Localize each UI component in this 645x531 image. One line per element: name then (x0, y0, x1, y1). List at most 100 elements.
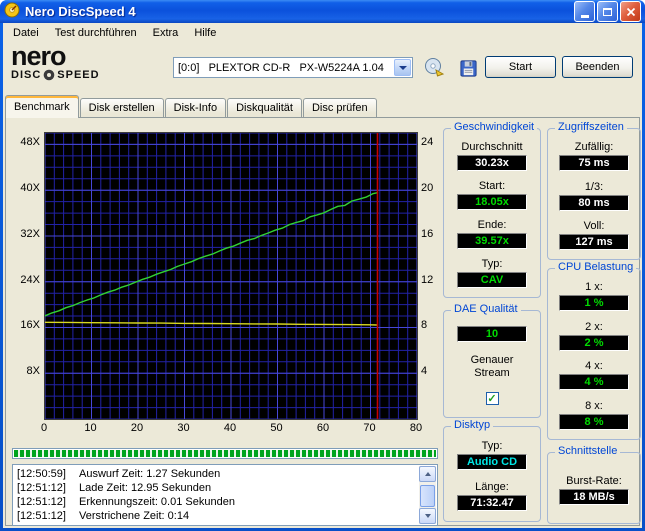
panel-disktyp: Disktyp Typ: Audio CD Länge: 71:32.47 (443, 419, 541, 522)
window-body: Datei Test durchführen Extra Hilfe nero … (3, 23, 642, 528)
accurate-stream-checkbox[interactable]: ✓ (485, 392, 499, 405)
drive-select-dropdown-button[interactable] (394, 59, 411, 76)
nero-wordmark: nero (11, 41, 67, 71)
scroll-down-button[interactable] (419, 508, 436, 524)
chevron-down-icon (398, 65, 407, 70)
stat-label: 2 x: (585, 320, 603, 333)
close-icon (626, 7, 635, 16)
stat-label: Durchschnitt (461, 141, 523, 153)
panel-title: CPU Belastung (555, 261, 637, 273)
log-message: Erkennungszeit: 0.01 Sekunden (79, 496, 235, 508)
maximize-button[interactable] (597, 1, 618, 22)
progress-bar (12, 448, 438, 459)
x-tick-label: 70 (363, 422, 376, 434)
scroll-up-button[interactable] (419, 466, 436, 482)
y-right-tick-label: 16 (421, 227, 434, 240)
panel-title: DAE Qualität (451, 303, 521, 315)
drive-select[interactable]: [0:0] PLEXTOR CD-R PX-W5224A 1.04 (173, 57, 413, 78)
disc-eject-button[interactable] (421, 55, 447, 81)
quit-button[interactable]: Beenden (562, 56, 633, 78)
y-right-tick-label: 4 (421, 365, 428, 378)
logo-disc-text: DISC (11, 69, 42, 81)
log-entry: [12:51:12] Lade Zeit: 12.95 Sekunden (17, 481, 417, 495)
stat-row: Typ: CAV (457, 258, 527, 288)
x-tick-label: 30 (177, 422, 190, 434)
panel-title: Geschwindigkeit (451, 121, 538, 133)
scrollbar-thumb[interactable] (420, 485, 435, 507)
menu-test-durchfuehren[interactable]: Test durchführen (47, 24, 145, 42)
x-tick-label: 0 (40, 422, 48, 434)
stat-value: 30.23x (457, 155, 527, 171)
minimize-button[interactable] (574, 1, 595, 22)
app-icon[interactable] (4, 2, 20, 21)
menu-hilfe[interactable]: Hilfe (186, 24, 224, 42)
menu-bar: Datei Test durchführen Extra Hilfe (3, 23, 642, 43)
stat-row: 4 x: 4 % (559, 360, 629, 391)
panel-title: Zugriffszeiten (555, 121, 627, 133)
panel-schnittstelle: Schnittstelle Burst-Rate: 18 MB/s (547, 445, 641, 524)
logo-disc-icon (43, 69, 55, 81)
log-message: Lade Zeit: 12.95 Sekunden (79, 482, 212, 494)
y-left-tick-label: 32X (20, 227, 40, 240)
tab-disc-pruefen[interactable]: Disc prüfen (302, 98, 377, 117)
y-left-tick-label: 16X (20, 319, 40, 332)
y-left-tick-label: 40X (20, 182, 40, 195)
checkmark-icon: ✓ (487, 393, 497, 405)
stat-label: Start: (478, 180, 506, 192)
tab-diskqualitaet[interactable]: Diskqualität (227, 98, 302, 117)
stat-row: Zufällig: 75 ms (559, 141, 629, 172)
log-entry: [12:50:59] Auswurf Zeit: 1.27 Sekunden (17, 467, 417, 481)
stat-row: 1/3: 80 ms (559, 181, 629, 211)
arrow-down-icon (424, 514, 431, 518)
stat-value: 18.05x (457, 194, 527, 210)
benchmark-chart: 48X 40X 32X 24X 16X 8X 24 20 16 12 8 4 0 10 20 30 40 50 60… (10, 124, 442, 442)
tab-bar: Benchmark Disk erstellen Disk-Info Diskq… (5, 93, 640, 118)
x-tick-label: 40 (223, 422, 237, 434)
stat-value: CAV (457, 272, 527, 288)
drive-select-value: [0:0] PLEXTOR CD-R PX-W5224A 1.04 (178, 61, 384, 74)
log-message: Verstrichene Zeit: 0:14 (79, 510, 190, 522)
log-scrollbar[interactable] (419, 466, 436, 524)
disc-hand-icon (425, 58, 445, 77)
stat-value: 2 % (559, 334, 629, 351)
stat-value: 71:32.47 (457, 494, 527, 511)
toolbar: nero DISC SPEED [0:0] PLEXTOR CD-R PX-W5… (3, 43, 642, 91)
y-left-tick-label: 48X (20, 136, 40, 149)
x-tick-label: 80 (409, 422, 423, 434)
stat-row: Durchschnitt 30.23x (457, 141, 527, 171)
log-timestamp: [12:51:12] (17, 482, 66, 494)
stat-label: Zufällig: (574, 141, 614, 154)
y-right-tick-label: 24 (421, 136, 434, 149)
stat-row: Burst-Rate: 18 MB/s (559, 475, 629, 505)
stat-label: Typ: (481, 440, 503, 453)
log-message: Auswurf Zeit: 1.27 Sekunden (79, 468, 221, 480)
x-tick-label: 60 (316, 422, 330, 434)
log-timestamp: [12:51:12] (17, 510, 66, 522)
stat-label: Burst-Rate: (566, 474, 622, 487)
stat-value: 39.57x (457, 233, 527, 249)
tab-label: Disk-Info (173, 102, 218, 114)
x-tick-label: 20 (130, 422, 144, 434)
stat-row: 8 x: 8 % (559, 400, 629, 430)
tab-disk-info[interactable]: Disk-Info (164, 98, 227, 117)
save-button[interactable] (455, 55, 481, 81)
log-timestamp: [12:51:12] (17, 496, 66, 508)
tab-label: Diskqualität (236, 102, 293, 114)
panel-title: Disktyp (451, 419, 494, 431)
tab-disk-erstellen[interactable]: Disk erstellen (79, 98, 164, 117)
panel-title: Schnittstelle (555, 445, 621, 457)
stat-value: Audio CD (457, 454, 527, 471)
y-left-tick-label: 8X (26, 365, 40, 378)
y-right-tick-label: 12 (421, 273, 434, 286)
progress-fill (14, 450, 436, 457)
x-tick-label: 50 (270, 422, 283, 434)
panel-cpu-belastung: CPU Belastung 1 x: 1 % 2 x: 2 % 4 x: 4 % (547, 261, 641, 440)
close-button[interactable] (620, 1, 641, 22)
log-box[interactable]: [12:50:59] Auswurf Zeit: 1.27 Sekunden [1… (12, 464, 438, 526)
start-button[interactable]: Start (485, 56, 556, 78)
tab-label: Disc prüfen (311, 102, 368, 114)
menu-extra[interactable]: Extra (145, 24, 187, 42)
chart-canvas (45, 133, 417, 419)
menu-datei[interactable]: Datei (5, 24, 47, 42)
tab-benchmark[interactable]: Benchmark (5, 95, 79, 118)
